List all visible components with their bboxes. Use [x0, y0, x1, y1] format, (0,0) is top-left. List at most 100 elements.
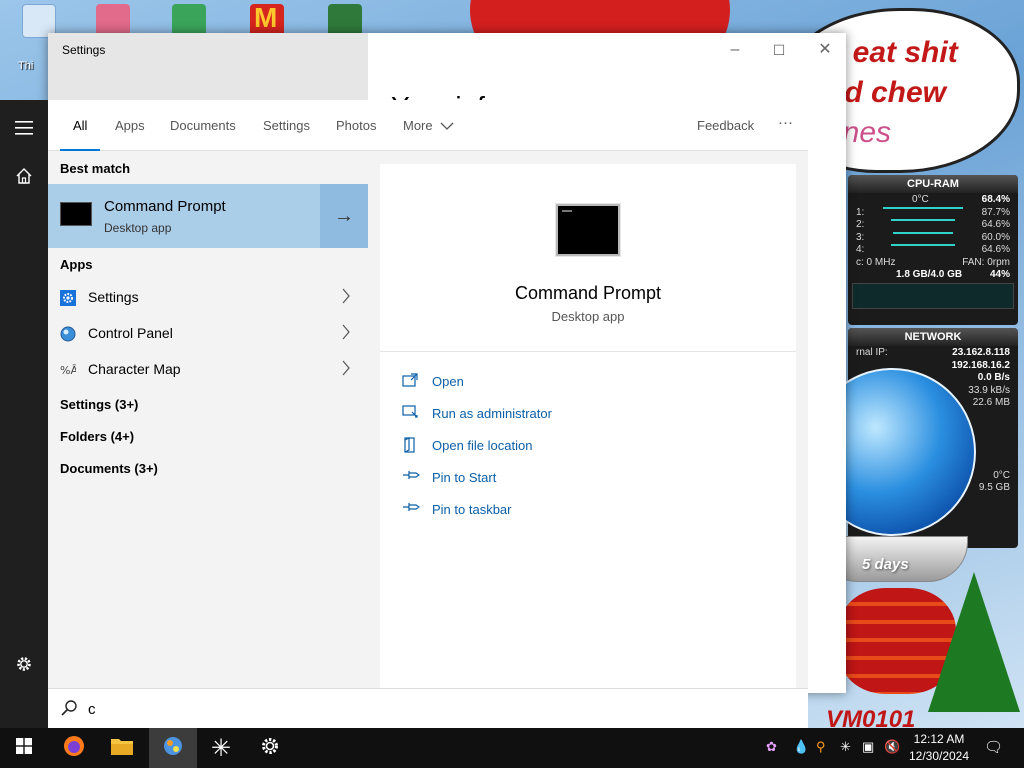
- feedback-link[interactable]: Feedback: [697, 118, 754, 133]
- cpu-gadget-title: CPU-RAM: [848, 175, 1018, 193]
- arrow-right-icon: →: [334, 204, 354, 227]
- best-match-open[interactable]: Command Prompt Desktop app: [48, 184, 319, 248]
- firefox-icon: [62, 734, 86, 763]
- tab-more-label: More: [403, 118, 433, 133]
- taskbar-snowflake-app[interactable]: ✳: [197, 728, 245, 768]
- run-as-admin-icon: [402, 405, 420, 422]
- network-icon[interactable]: ▣: [862, 739, 874, 755]
- action-label: Open: [432, 374, 464, 389]
- best-match-header: Best match: [60, 161, 131, 176]
- more-options-icon[interactable]: ···: [778, 114, 793, 131]
- category-documents[interactable]: Documents (3+): [60, 461, 158, 476]
- tray-search-icon[interactable]: ⚲: [816, 739, 826, 755]
- tab-more[interactable]: More: [403, 118, 454, 133]
- tab-settings[interactable]: Settings: [263, 118, 310, 133]
- cpu-freq: c: 0 MHz: [856, 256, 896, 268]
- core-label: 4:: [856, 244, 865, 255]
- taskbar-file-explorer[interactable]: [98, 728, 146, 768]
- taskbar-settings[interactable]: [246, 728, 294, 768]
- notification-icon[interactable]: 🗨: [984, 738, 1003, 756]
- snowflake-icon: ✳: [210, 734, 232, 762]
- app-item-label: Control Panel: [88, 325, 173, 341]
- action-label: Open file location: [432, 438, 533, 453]
- ram-usage: 1.8 GB/4.0 GB: [896, 269, 963, 280]
- chevron-right-icon[interactable]: [342, 324, 350, 345]
- command-prompt-large-icon: [556, 204, 620, 256]
- tab-documents[interactable]: Documents: [170, 118, 236, 133]
- taskbar: ✳ ✿ 💧 ⚲ ✳ ▣ 🔇 12:12 AM 12/30/2024 🗨: [0, 728, 1024, 768]
- chevron-right-icon[interactable]: [342, 288, 350, 309]
- maximize-button[interactable]: ☐: [768, 39, 790, 61]
- tab-all[interactable]: All: [73, 118, 87, 133]
- folder-icon: [110, 736, 134, 761]
- app-item-character-map[interactable]: %Ā Character Map: [48, 352, 368, 388]
- file-location-icon: [402, 437, 420, 456]
- cpu-temp: 0°C: [912, 194, 929, 205]
- preview-pane: Command Prompt Desktop app Open Run as a…: [380, 164, 796, 688]
- app-item-settings[interactable]: Settings: [48, 280, 368, 316]
- chevron-right-icon[interactable]: [342, 360, 350, 381]
- days-countdown: 5 days: [862, 556, 909, 573]
- taskbar-app-active[interactable]: [149, 728, 197, 768]
- search-tabbar: All Apps Documents Settings Photos More …: [48, 100, 808, 151]
- category-folders[interactable]: Folders (4+): [60, 429, 134, 444]
- desktop-icon-label: Thi: [18, 60, 34, 72]
- cpu-total: 68.4%: [981, 194, 1010, 205]
- ram-percent: 44%: [989, 269, 1010, 280]
- command-prompt-icon: [60, 202, 92, 226]
- best-match-expand-button[interactable]: →: [320, 184, 368, 248]
- start-button[interactable]: [0, 728, 48, 768]
- tray-snowflake-icon[interactable]: ✳: [840, 739, 851, 755]
- windows-logo-icon: [16, 737, 32, 759]
- tab-photos[interactable]: Photos: [336, 118, 376, 133]
- close-button[interactable]: ✕: [814, 39, 836, 61]
- clock-date: 12/30/2024: [908, 749, 970, 763]
- core-label: 2:: [856, 219, 865, 230]
- active-tab-indicator: [60, 149, 100, 151]
- preview-title: Command Prompt: [514, 283, 662, 303]
- net-rate-1: 0.0 B/s: [977, 372, 1010, 383]
- app-icon: [161, 734, 185, 763]
- cpu-ram-gadget[interactable]: CPU-RAM 0°C 68.4% 1: 87.7% 2: 64.6% 3: 60.0%…: [848, 175, 1018, 325]
- net-size: 9.5 GB: [978, 482, 1010, 493]
- network-gadget-title: NETWORK: [848, 328, 1018, 346]
- search-icon: [60, 699, 78, 722]
- cpu-fan: FAN: 0rpm: [962, 256, 1010, 268]
- settings-gear-icon: [60, 290, 76, 306]
- clock[interactable]: 12:12 AM 12/30/2024: [900, 731, 978, 765]
- volume-muted-icon[interactable]: 🔇: [884, 739, 900, 755]
- core-value: 87.7%: [981, 206, 1010, 218]
- results-list: Best match Command Prompt Desktop app → …: [48, 152, 368, 688]
- category-settings[interactable]: Settings (3+): [60, 397, 138, 412]
- core-value: 60.0%: [981, 231, 1010, 243]
- tab-apps[interactable]: Apps: [115, 118, 145, 133]
- best-match-item[interactable]: Command Prompt Desktop app →: [48, 184, 368, 248]
- hamburger-icon[interactable]: [0, 104, 48, 152]
- net-rate-2: 33.9 kB/s: [968, 384, 1010, 396]
- app-item-control-panel[interactable]: Control Panel: [48, 316, 368, 352]
- gear-icon[interactable]: [0, 640, 48, 688]
- external-ip-label: rnal IP:: [856, 347, 888, 358]
- core-value: 64.6%: [981, 219, 1010, 230]
- action-label: Run as administrator: [432, 406, 552, 421]
- preview-subtitle: Desktop app: [551, 309, 625, 324]
- taskbar-firefox[interactable]: [50, 728, 98, 768]
- open-icon: [402, 373, 420, 390]
- app-item-label: Character Map: [88, 361, 181, 377]
- search-input[interactable]: [88, 697, 688, 721]
- action-label: Pin to Start: [432, 470, 497, 485]
- minimize-button[interactable]: –: [724, 39, 746, 61]
- home-icon[interactable]: [0, 152, 48, 200]
- core-value: 64.6%: [981, 244, 1010, 255]
- search-box[interactable]: [48, 688, 808, 728]
- core-label: 1:: [856, 206, 865, 218]
- tray-app-icon[interactable]: ✿: [766, 739, 777, 755]
- search-panel: All Apps Documents Settings Photos More …: [48, 100, 808, 688]
- tray-drop-icon[interactable]: 💧: [793, 739, 809, 755]
- clock-time: 12:12 AM: [913, 732, 965, 746]
- settings-titlebar[interactable]: Settings – ☐ ✕: [48, 33, 846, 100]
- cpu-graph: [852, 282, 1014, 309]
- settings-window-title: Settings: [62, 43, 106, 57]
- action-label: Pin to taskbar: [432, 502, 512, 517]
- best-match-subtitle: Desktop app: [104, 221, 172, 235]
